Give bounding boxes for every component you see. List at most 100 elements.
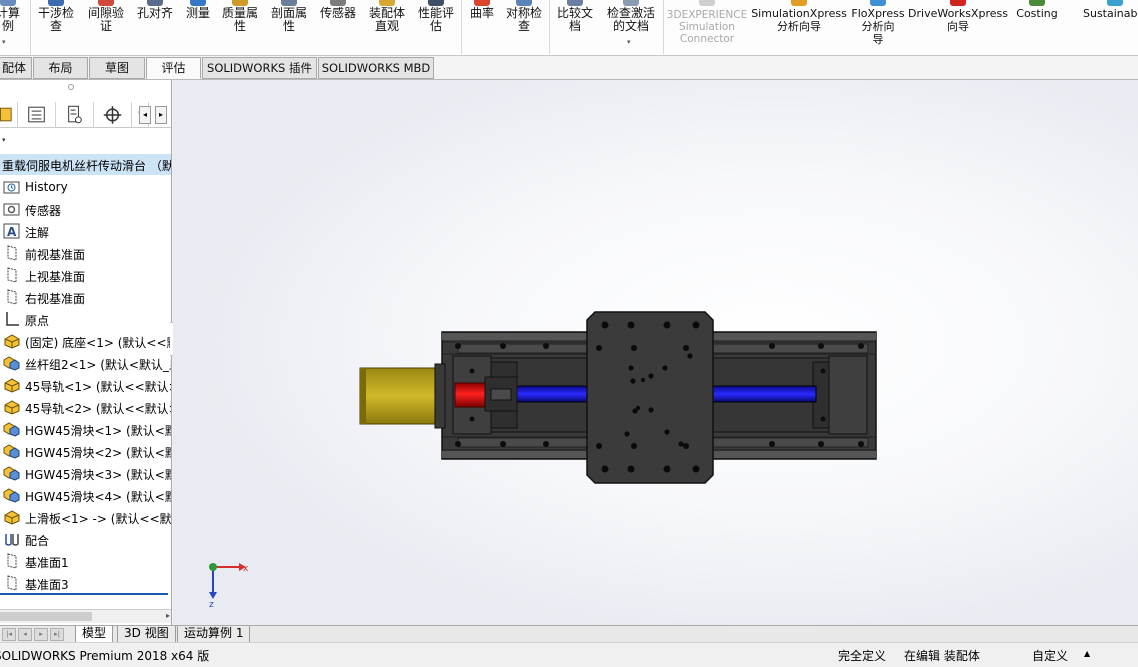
- costing-button[interactable]: Costing: [1010, 0, 1064, 56]
- tree-item-label: (固定) 底座<1> (默认<<默认>_显示状态 1>): [25, 336, 171, 350]
- measure-button[interactable]: 测量: [181, 0, 215, 56]
- tree-item-right-plane[interactable]: 右视基准面: [0, 286, 171, 308]
- tree-item-base[interactable]: (固定) 底座<1> (默认<<默认>_显示状态 1>): [0, 330, 171, 352]
- tree-item-top-plane[interactable]: 上视基准面: [0, 264, 171, 286]
- measure-label: 测量: [185, 6, 210, 20]
- subassembly-icon: [3, 466, 20, 481]
- featuremanager-tree-icon[interactable]: [0, 102, 18, 128]
- tree-item-label: HGW45滑块<2> (默认<默认_显示状态-1>): [25, 446, 171, 460]
- carriage-plate[interactable]: [586, 311, 714, 484]
- driveworksxpress-icon: [950, 0, 966, 6]
- tree-filter-dropdown-icon[interactable]: ▾: [2, 136, 6, 144]
- reference-triad: x z: [209, 563, 249, 610]
- ball-screw-slide-model[interactable]: x z: [173, 80, 1138, 625]
- simulationxpress-button[interactable]: SimulationXpress 分析向导: [751, 0, 847, 56]
- configuration-manager-icon[interactable]: [57, 102, 94, 128]
- tree-item-front-plane[interactable]: 前视基准面: [0, 242, 171, 264]
- plane-icon: [7, 553, 17, 569]
- curvature-button[interactable]: 曲率: [464, 0, 500, 56]
- tab-solidworks-mbd[interactable]: SOLIDWORKS MBD: [318, 57, 434, 79]
- command-manager-tabs: 配体 布局 草图 评估 SOLIDWORKS 插件 SOLIDWORKS MBD…: [0, 56, 1138, 133]
- floxpress-label: FloXpress 分析向 导: [851, 7, 905, 46]
- tree-item-rail-2[interactable]: 45导轨<2> (默认<<默认>_显示状态 1>): [0, 396, 171, 418]
- floxpress-button[interactable]: FloXpress 分析向 导: [849, 0, 907, 56]
- scroll-right-arrow-icon[interactable]: ▸: [166, 611, 170, 620]
- tree-item-sensors[interactable]: 传感器: [0, 198, 171, 220]
- tree-item-screw-group[interactable]: 丝杆组2<1> (默认<默认_显示状态-1>): [0, 352, 171, 374]
- 3dexperience-simulation-connector-button[interactable]: 3DEXPERIENCE Simulation Connector: [665, 0, 749, 56]
- assembly-visualization-label: 装配体 直观: [368, 6, 405, 33]
- panel-tabs-right-arrow[interactable]: ▸: [155, 106, 167, 124]
- sensor-folder-icon: [3, 203, 20, 216]
- scrollbar-thumb[interactable]: [0, 612, 92, 621]
- check-active-document-button[interactable]: 检查激活 的文档: [601, 0, 661, 56]
- triad-z-label: z: [209, 600, 214, 610]
- tree-item-history[interactable]: History: [0, 176, 171, 198]
- rollback-bar[interactable]: [0, 593, 168, 595]
- unit-system-selector[interactable]: 自定义: [1032, 647, 1068, 664]
- property-manager-icon[interactable]: [19, 102, 56, 128]
- panel-tabs-left-arrow[interactable]: ◂: [139, 106, 151, 124]
- tree-item-label: HGW45滑块<4> (默认<默认_显示状态-1>): [25, 490, 171, 504]
- triad-x-label: x: [243, 564, 249, 574]
- sustainability-button[interactable]: Sustainabi: [1080, 0, 1138, 56]
- hole-alignment-button[interactable]: 孔对齐: [133, 0, 177, 56]
- servo-motor[interactable]: [359, 363, 446, 429]
- tree-item-slider-3[interactable]: HGW45滑块<3> (默认<默认_显示状态-1>): [0, 462, 171, 484]
- end-block-right[interactable]: [812, 355, 868, 435]
- tab-3d-views[interactable]: 3D 视图: [117, 626, 176, 643]
- compare-documents-button[interactable]: 比较文 档: [552, 0, 598, 56]
- first-tab-icon[interactable]: |◂: [2, 628, 16, 641]
- clearance-verification-label: 间隙验 证: [87, 6, 124, 33]
- tree-item-slider-1[interactable]: HGW45滑块<1> (默认<默认_显示状态-1>): [0, 418, 171, 440]
- tree-item-annotations[interactable]: A 注解: [0, 220, 171, 242]
- section-properties-button[interactable]: 剖面属 性: [266, 0, 312, 56]
- tab-motion-study[interactable]: 运动算例 1: [177, 626, 251, 643]
- clearance-verification-button[interactable]: 间隙验 证: [84, 0, 128, 56]
- tab-assembly[interactable]: 配体: [0, 57, 32, 79]
- tree-item-rail-1[interactable]: 45导轨<1> (默认<<默认>_显示状态 1>): [0, 374, 171, 396]
- curvature-label: 曲率: [469, 6, 494, 20]
- dropdown-caret-icon[interactable]: ▾: [2, 38, 6, 46]
- performance-evaluation-label: 性能评 估: [417, 6, 454, 33]
- tree-item-top-slide-plate[interactable]: 上滑板<1> -> (默认<<默认>_显示状态 1>): [0, 506, 171, 528]
- driveworksxpress-button[interactable]: DriveWorksXpress 向导: [908, 0, 1008, 56]
- graphics-area[interactable]: x z: [173, 80, 1138, 625]
- tree-item-slider-2[interactable]: HGW45滑块<2> (默认<默认_显示状态-1>): [0, 440, 171, 462]
- tab-sketch[interactable]: 草图: [89, 57, 145, 79]
- sensor-button[interactable]: 传感器: [315, 0, 361, 56]
- tree-root-assembly[interactable]: 重载伺服电机丝杆传动滑台 （默认<显示状态-1>）: [0, 154, 171, 175]
- next-tab-icon[interactable]: ▸: [34, 628, 48, 641]
- tab-solidworks-addins[interactable]: SOLIDWORKS 插件: [202, 57, 317, 79]
- tab-evaluate[interactable]: 评估: [146, 57, 201, 79]
- hole-alignment-label: 孔对齐: [136, 6, 173, 20]
- dimxpert-manager-icon[interactable]: [95, 102, 132, 128]
- feature-tree: History 传感器 A 注解 前视基准面 上视基准面 右视基准面 原点 (固…: [0, 176, 171, 594]
- previous-tab-icon[interactable]: ◂: [18, 628, 32, 641]
- tree-item-label: History: [25, 180, 68, 194]
- bottom-tabs-bar: |◂ ◂ ▸ ▸| 模型 3D 视图 运动算例 1: [0, 625, 1138, 643]
- interference-check-button[interactable]: 干涉检 查: [34, 0, 78, 56]
- sustainability-icon: [1107, 0, 1123, 6]
- symmetry-check-button[interactable]: 对称检 查: [501, 0, 547, 56]
- last-tab-icon[interactable]: ▸|: [50, 628, 64, 641]
- tree-horizontal-scrollbar[interactable]: ▸: [0, 609, 171, 623]
- tab-layout[interactable]: 布局: [33, 57, 88, 79]
- assembly-visualization-button[interactable]: 装配体 直观: [364, 0, 410, 56]
- panel-grip-icon[interactable]: [68, 84, 74, 90]
- tree-item-mates[interactable]: 配合: [0, 528, 171, 550]
- costing-label: Costing: [1016, 7, 1058, 20]
- tree-item-origin[interactable]: 原点: [0, 308, 171, 330]
- unit-system-caret-icon[interactable]: ▲: [1084, 649, 1090, 658]
- section-properties-label: 剖面属 性: [270, 6, 307, 33]
- tree-item-label: 45导轨<1> (默认<<默认>_显示状态 1>): [25, 380, 171, 394]
- 3dexperience-icon: [699, 0, 715, 6]
- mass-properties-button[interactable]: 质量属 性: [217, 0, 263, 56]
- tree-item-plane-3[interactable]: 基准面3: [0, 572, 171, 594]
- calculator-button[interactable]: 计算 例: [0, 0, 24, 56]
- tree-item-slider-4[interactable]: HGW45滑块<4> (默认<默认_显示状态-1>): [0, 484, 171, 506]
- tab-model[interactable]: 模型: [75, 626, 114, 643]
- tree-item-plane-1[interactable]: 基准面1: [0, 550, 171, 572]
- dropdown-caret-icon[interactable]: ▾: [627, 38, 631, 46]
- performance-evaluation-button[interactable]: 性能评 估: [413, 0, 459, 56]
